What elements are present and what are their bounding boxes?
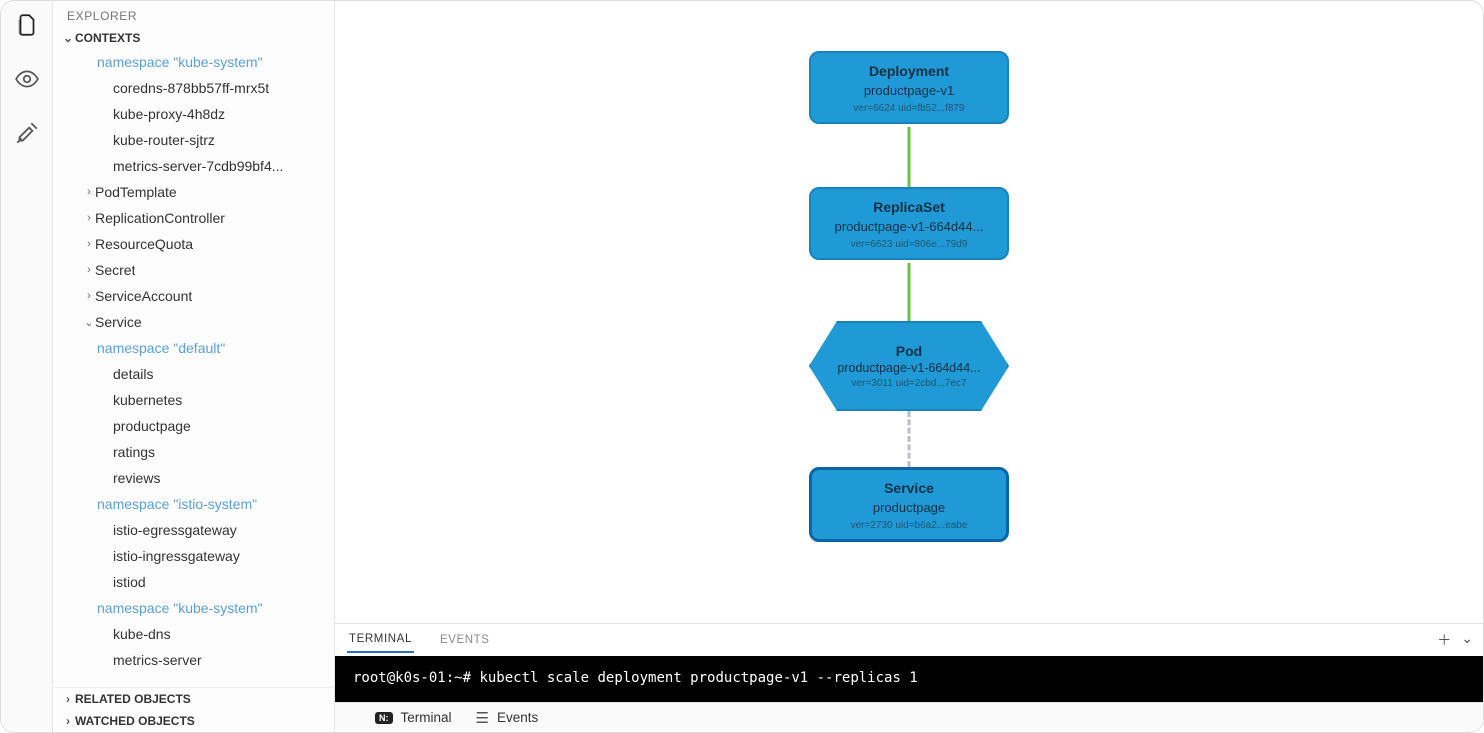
node-name: productpage-v1-664d44... (819, 219, 999, 234)
explorer-activity-icon[interactable] (13, 11, 41, 39)
app-root: EXPLORER ⌄ CONTEXTS namespace "kube-syst… (0, 0, 1484, 733)
terminal-output[interactable]: root@k0s-01:~# kubectl scale deployment … (335, 656, 1483, 702)
status-terminal[interactable]: N: Terminal (375, 710, 452, 725)
activity-bar (1, 1, 53, 732)
status-terminal-label: Terminal (401, 710, 452, 725)
tree-item-pod[interactable]: kube-router-sjtrz (53, 127, 334, 153)
graph-edge (908, 263, 911, 321)
tree-kind[interactable]: ›ServiceAccount (53, 283, 334, 309)
tree-item-service[interactable]: kube-dns (53, 621, 334, 647)
chevron-right-icon: › (83, 186, 95, 198)
panel-collapse-icon[interactable]: ⌄ (1461, 630, 1473, 650)
chevron-right-icon: › (61, 692, 75, 706)
node-meta: ver=2730 uid=b6a2...eabe (820, 520, 998, 531)
panel-actions: ＋ ⌄ (1437, 630, 1473, 650)
node-type: Deployment (819, 63, 999, 79)
tree-item-service[interactable]: istio-ingressgateway (53, 543, 334, 569)
section-contexts[interactable]: ⌄ CONTEXTS (53, 27, 334, 49)
chevron-right-icon: › (83, 238, 95, 250)
panel-tabbar: TERMINAL EVENTS ＋ ⌄ (335, 624, 1483, 656)
tree-item-pod[interactable]: kube-proxy-4h8dz (53, 101, 334, 127)
explorer-sidebar: EXPLORER ⌄ CONTEXTS namespace "kube-syst… (53, 1, 335, 732)
graph-canvas[interactable]: Deployment productpage-v1 ver=6624 uid=f… (335, 1, 1483, 623)
graph-node-replicaset[interactable]: ReplicaSet productpage-v1-664d44... ver=… (809, 187, 1009, 260)
node-meta: ver=3011 uid=2cbd...7ec7 (819, 378, 999, 389)
graph-node-service[interactable]: Service productpage ver=2730 uid=b6a2...… (809, 467, 1009, 542)
tree-item-pod[interactable]: metrics-server-7cdb99bf4... (53, 153, 334, 179)
watch-activity-icon[interactable] (13, 65, 41, 93)
chevron-down-icon: ⌄ (83, 316, 95, 329)
contexts-tree: namespace "kube-system" coredns-878bb57f… (53, 49, 334, 687)
tree-item-service[interactable]: details (53, 361, 334, 387)
namespace-header[interactable]: namespace "kube-system" (53, 49, 334, 75)
bottom-panel: TERMINAL EVENTS ＋ ⌄ root@k0s-01:~# kubec… (335, 623, 1483, 732)
tree-item-service[interactable]: kubernetes (53, 387, 334, 413)
tree-kind[interactable]: ›ResourceQuota (53, 231, 334, 257)
tree-kind[interactable]: ›ReplicationController (53, 205, 334, 231)
chevron-right-icon: › (83, 212, 95, 224)
tree-item-service[interactable]: productpage (53, 413, 334, 439)
tree-item-service[interactable]: istio-egressgateway (53, 517, 334, 543)
terminal-command: kubectl scale deployment productpage-v1 … (479, 670, 917, 686)
tree-item-service[interactable]: metrics-server (53, 647, 334, 673)
tab-events[interactable]: EVENTS (438, 628, 492, 652)
section-related[interactable]: › RELATED OBJECTS (53, 687, 334, 710)
node-type: Pod (819, 343, 999, 359)
status-events[interactable]: ☰ Events (476, 709, 539, 727)
list-icon: ☰ (476, 709, 489, 727)
panel-add-icon[interactable]: ＋ (1437, 630, 1451, 650)
node-meta: ver=6623 uid=806e...79d9 (819, 239, 999, 250)
tree-kind[interactable]: ›Secret (53, 257, 334, 283)
chevron-right-icon: › (83, 290, 95, 302)
chevron-right-icon: › (61, 714, 75, 728)
node-type: Service (820, 480, 998, 496)
tab-terminal[interactable]: TERMINAL (347, 627, 414, 653)
tools-activity-icon[interactable] (13, 119, 41, 147)
explorer-title: EXPLORER (53, 1, 334, 27)
node-meta: ver=6624 uid=fb52...f879 (819, 103, 999, 114)
node-type: ReplicaSet (819, 199, 999, 215)
status-events-label: Events (497, 710, 538, 725)
chevron-down-icon: ⌄ (61, 31, 75, 45)
tree-item-service[interactable]: istiod (53, 569, 334, 595)
terminal-prompt: root@k0s-01:~# (353, 670, 471, 686)
section-contexts-label: CONTEXTS (75, 31, 140, 45)
namespace-header[interactable]: namespace "kube-system" (53, 595, 334, 621)
node-name: productpage (820, 500, 998, 515)
node-name: productpage-v1 (819, 83, 999, 98)
section-related-label: RELATED OBJECTS (75, 692, 191, 706)
namespace-header[interactable]: namespace "default" (53, 335, 334, 361)
namespace-header[interactable]: namespace "istio-system" (53, 491, 334, 517)
tree-kind[interactable]: ›PodTemplate (53, 179, 334, 205)
graph-edge (908, 127, 911, 187)
graph-edge-dashed (908, 411, 911, 467)
tree-item-service[interactable]: reviews (53, 465, 334, 491)
chevron-right-icon: › (83, 264, 95, 276)
main-content: Deployment productpage-v1 ver=6624 uid=f… (335, 1, 1483, 732)
node-name: productpage-v1-664d44... (819, 361, 999, 375)
tree-item-service[interactable]: ratings (53, 439, 334, 465)
tree-kind-service[interactable]: ⌄Service (53, 309, 334, 335)
status-bar: N: Terminal ☰ Events (335, 702, 1483, 732)
section-watched-label: WATCHED OBJECTS (75, 714, 195, 728)
terminal-badge-icon: N: (375, 712, 393, 724)
graph-node-pod[interactable]: Pod productpage-v1-664d44... ver=3011 ui… (809, 321, 1009, 411)
tree-item-pod[interactable]: coredns-878bb57ff-mrx5t (53, 75, 334, 101)
graph-node-deployment[interactable]: Deployment productpage-v1 ver=6624 uid=f… (809, 51, 1009, 124)
section-watched[interactable]: › WATCHED OBJECTS (53, 710, 334, 732)
